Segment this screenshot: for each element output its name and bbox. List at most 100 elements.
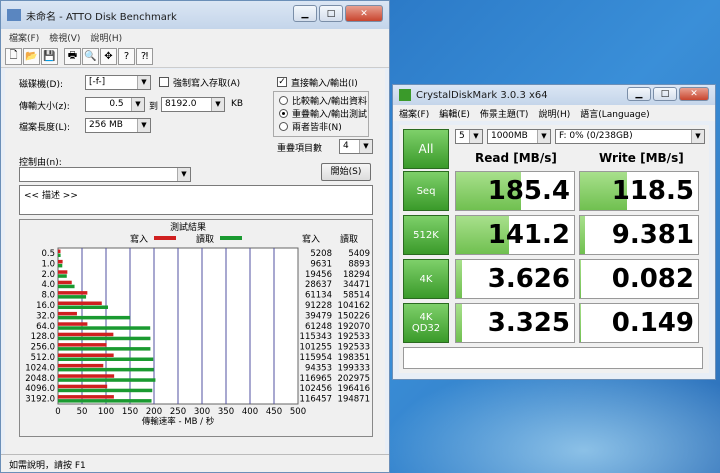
category-label: 4.0 [41,280,55,290]
read-bar [58,253,61,257]
x-tick-label: 350 [218,407,234,417]
write-bar [58,249,61,253]
cdm-titlebar[interactable]: CrystalDiskMark 3.0.3 x64 ▁ □ ✕ [393,85,715,105]
drive-value: [-f-] [89,77,106,87]
transfer-to-label: 到 [149,102,159,112]
write-result-value: 9.381 [611,220,694,250]
start-button[interactable]: 開始(S) [321,163,371,181]
all-button[interactable]: All [403,129,449,169]
radio-neither[interactable] [279,122,288,131]
category-label: 128.0 [31,332,55,342]
move-icon[interactable]: ✥ [100,48,117,65]
print-icon[interactable]: 🖶 [64,48,81,65]
read-value: 18294 [343,270,370,280]
write-value: 28637 [305,280,332,290]
cdm-app-icon [399,89,411,101]
cdm-menubar: 檔案(F) 編輯(E) 佈景主題(T) 說明(H) 語言(Language) [393,105,715,121]
cdm-maximize-button[interactable]: □ [653,87,677,101]
write-value: 101255 [300,343,332,353]
read-bar [58,357,154,361]
read-value: 199333 [338,363,370,373]
queue-value: 4 [343,141,349,151]
category-label: 3192.0 [25,395,55,405]
test-4k-qd32-button[interactable]: 4K QD32 [403,303,449,343]
open-icon[interactable]: 📂 [23,48,40,65]
chevron-down-icon: ▼ [137,119,150,132]
x-tick-label: 400 [242,407,258,417]
drive-select[interactable]: [-f-] ▼ [85,75,151,90]
legend-read-swatch [220,236,242,240]
write-value: 61134 [305,291,332,301]
cdm-minimize-button[interactable]: ▁ [627,87,651,101]
category-label: 4096.0 [25,384,55,394]
radio-overlap[interactable] [279,109,288,118]
transfer-unit: KB [231,99,244,109]
save-icon[interactable]: 💾 [41,48,58,65]
test-seq-button[interactable]: Seq [403,171,449,211]
queue-select[interactable]: 4 ▼ [339,139,373,154]
radio-compare[interactable] [279,96,288,105]
write-result-cell: 118.5 [579,171,699,211]
context-help-icon[interactable]: ⁈ [136,48,153,65]
size-value: 1000MB [491,131,528,141]
length-select[interactable]: 256 MB ▼ [85,118,151,133]
maximize-button[interactable]: □ [319,5,343,22]
force-write-checkbox[interactable] [159,77,169,87]
io-mode-group: 比較輸入/輸出資料 重疊輸入/輸出測試 兩者皆非(N) [273,91,369,137]
atto-titlebar[interactable]: 未命名 - ATTO Disk Benchmark ▁ □ ✕ [1,1,389,29]
write-result-cell: 0.082 [579,259,699,299]
direct-io-checkbox[interactable]: ✓ [277,77,287,87]
drive-select-cdm[interactable]: F: 0% (0/238GB) ▼ [555,129,705,144]
category-label: 0.5 [41,249,55,259]
read-value: 104162 [338,301,370,311]
read-bar [58,315,131,320]
write-bar [58,374,115,378]
close-button[interactable]: ✕ [345,5,383,22]
print-preview-icon[interactable]: 🔍 [82,48,99,65]
new-icon[interactable]: 🗋 [5,48,22,65]
control-select[interactable]: ▼ [19,167,191,182]
category-label: 256.0 [31,343,55,353]
menu-file[interactable]: 檔案(F) [9,31,39,44]
size-select[interactable]: 1000MB ▼ [487,129,551,144]
chevron-down-icon: ▼ [537,130,550,143]
x-tick-label: 200 [146,407,162,417]
description-textarea[interactable]: << 描述 >> [19,185,373,215]
chevron-down-icon: ▼ [469,130,482,143]
cdm-menu-theme[interactable]: 佈景主題(T) [480,107,529,120]
write-value: 39479 [305,311,332,321]
transfer-to-select[interactable]: 8192.0 ▼ [161,97,225,112]
test-4k-button[interactable]: 4K [403,259,449,299]
write-result-value: 118.5 [611,176,694,206]
write-result-bar [580,216,585,254]
write-result-cell: 9.381 [579,215,699,255]
help-icon[interactable]: ? [118,48,135,65]
cdm-menu-edit[interactable]: 編輯(E) [439,107,470,120]
category-label: 8.0 [41,291,55,301]
cdm-menu-language[interactable]: 語言(Language) [580,107,649,120]
read-bar [58,305,108,309]
menu-view[interactable]: 檢視(V) [49,31,80,44]
status-bar: 如需說明，請按 F1 [1,454,389,472]
atto-window: 未命名 - ATTO Disk Benchmark ▁ □ ✕ 檔案(F) 檢視… [0,0,390,473]
write-bar [58,259,63,264]
read-value: 8893 [348,259,370,269]
category-label: 1.0 [41,259,55,269]
comment-field[interactable] [403,347,703,369]
runs-select[interactable]: 5 ▼ [455,129,483,144]
cdm-menu-help[interactable]: 說明(H) [538,107,570,120]
radio-neither-label: 兩者皆非(N) [292,123,342,133]
write-bar [58,311,77,316]
test-512k-button[interactable]: 512K [403,215,449,255]
cdm-window-title: CrystalDiskMark 3.0.3 x64 [416,89,548,101]
write-value: 61248 [305,322,332,332]
menu-help[interactable]: 說明(H) [90,31,122,44]
category-label: 512.0 [31,353,55,363]
cdm-close-button[interactable]: ✕ [679,87,709,101]
write-value: 9631 [310,259,332,269]
cdm-menu-file[interactable]: 檔案(F) [399,107,429,120]
transfer-from-select[interactable]: 0.5 ▼ [85,97,145,112]
read-bar [58,367,154,372]
minimize-button[interactable]: ▁ [293,5,317,22]
write-result-bar [580,260,582,298]
